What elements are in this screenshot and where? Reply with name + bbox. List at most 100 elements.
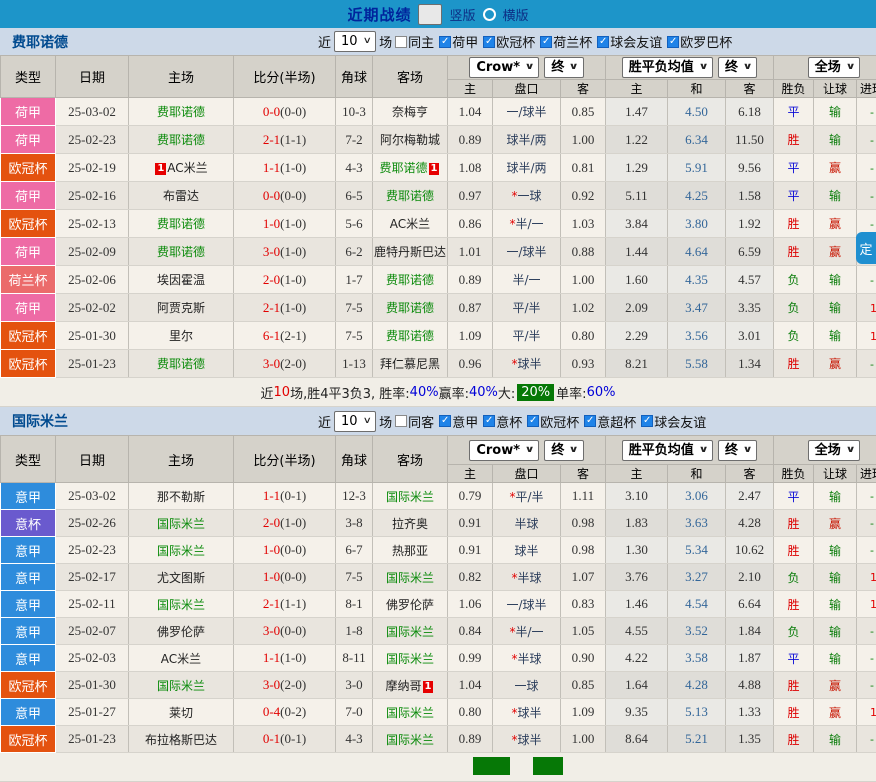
odds-company-select[interactable]: Crow*∨ <box>469 440 539 461</box>
handicap-line: *球半 <box>493 699 561 726</box>
match-date: 25-02-23 <box>56 126 129 154</box>
team-link: 佛罗伦萨 <box>157 625 205 639</box>
league-filter-0[interactable]: ✓意甲 <box>439 412 478 431</box>
team-link: 拉齐奥 <box>392 517 428 531</box>
away-odds: 1.00 <box>561 266 606 294</box>
avg-lose-odds: 11.50 <box>726 126 774 154</box>
summary-segment: 大: <box>498 383 515 402</box>
avg-win-odds: 1.60 <box>606 266 668 294</box>
checkbox-icon[interactable]: ✓ <box>584 415 596 427</box>
scope-select[interactable]: 全场∨ <box>808 440 860 461</box>
checkbox-icon[interactable]: ✓ <box>483 415 495 427</box>
team-link: 布拉格斯巴达 <box>145 733 217 747</box>
league-filter-1[interactable]: ✓意杯 <box>483 412 522 431</box>
corners: 4-3 <box>336 726 373 753</box>
pin-side-tab[interactable]: 定 <box>856 232 876 264</box>
summary-segment: 赢率: <box>439 383 469 402</box>
avg-win-odds: 4.22 <box>606 645 668 672</box>
goals-clipped-cell: - <box>857 672 876 699</box>
odds-final-select[interactable]: 终∨ <box>544 440 583 461</box>
match-count-select[interactable]: 10∨ <box>334 411 376 432</box>
match-date: 25-03-02 <box>56 483 129 510</box>
handicap-line: 一/球半 <box>493 591 561 618</box>
checkbox-icon[interactable]: ✓ <box>527 415 539 427</box>
goals-clipped-cell: - <box>857 645 876 672</box>
home-odds: 0.87 <box>448 294 493 322</box>
league-filter-1[interactable]: ✓欧冠杯 <box>483 32 535 51</box>
checkbox-icon[interactable]: ✓ <box>483 36 495 48</box>
checkbox-icon[interactable] <box>395 36 407 48</box>
same-venue-filter[interactable]: 同主 <box>395 32 434 51</box>
avg-draw-odds: 3.58 <box>668 645 726 672</box>
col-header-type: 类型 <box>1 56 56 98</box>
league-filter-3[interactable]: ✓意超杯 <box>584 412 636 431</box>
summary-segment: 60% <box>587 385 616 400</box>
avg-win-odds: 8.64 <box>606 726 668 753</box>
avg-select[interactable]: 胜平负均值∨ <box>622 440 713 461</box>
avg-draw-odds: 4.25 <box>668 182 726 210</box>
layout-radio-vertical-label[interactable]: 竖版 <box>449 5 475 24</box>
checkbox-icon[interactable]: ✓ <box>540 36 552 48</box>
checkbox-icon[interactable]: ✓ <box>667 36 679 48</box>
section-bar-feyenoord: 费耶诺德 近10∨场同主✓荷甲✓欧冠杯✓荷兰杯✓球会友谊✓欧罗巴杯 <box>0 28 876 55</box>
col-header-away: 客场 <box>373 56 448 98</box>
away-team: 国际米兰 <box>373 726 448 753</box>
away-team: AC米兰 <box>373 210 448 238</box>
team-link: 阿尔梅勒城 <box>380 133 440 147</box>
match-date: 25-02-16 <box>56 182 129 210</box>
score: 0-1(0-1) <box>234 726 336 753</box>
away-team: 国际米兰 <box>373 564 448 591</box>
result-flag: 胜 <box>774 699 814 726</box>
match-date: 25-02-23 <box>56 537 129 564</box>
score: 1-1(1-0) <box>234 645 336 672</box>
avg-draw-odds: 4.50 <box>668 98 726 126</box>
league-filter-4[interactable]: ✓球会友谊 <box>641 412 706 431</box>
league-filter-2[interactable]: ✓欧冠杯 <box>527 412 579 431</box>
col-header-home: 主场 <box>129 436 234 483</box>
home-odds: 1.06 <box>448 591 493 618</box>
goals-clipped-cell: - <box>857 483 876 510</box>
checkbox-icon[interactable]: ✓ <box>641 415 653 427</box>
league-filter-2[interactable]: ✓荷兰杯 <box>540 32 592 51</box>
layout-radio-vertical[interactable] <box>418 4 442 25</box>
league-filter-0[interactable]: ✓荷甲 <box>439 32 478 51</box>
odds-final-select[interactable]: 终∨ <box>544 57 583 78</box>
result-flag: 平 <box>774 182 814 210</box>
checkbox-icon[interactable]: ✓ <box>439 415 451 427</box>
league-filter-3[interactable]: ✓球会友谊 <box>597 32 662 51</box>
near-label: 近 <box>318 412 331 431</box>
subcol-avg-lose: 客 <box>726 80 774 98</box>
same-venue-filter[interactable]: 同客 <box>395 412 434 431</box>
avg-win-odds: 1.44 <box>606 238 668 266</box>
avg-lose-odds: 1.58 <box>726 182 774 210</box>
away-odds: 0.98 <box>561 537 606 564</box>
handicap-line: 平/半 <box>493 322 561 350</box>
team-link: 热那亚 <box>392 544 428 558</box>
handicap-line: 球半/两 <box>493 154 561 182</box>
subcol-handicap: 盘口 <box>493 465 561 483</box>
avg-select[interactable]: 胜平负均值∨ <box>622 57 713 78</box>
odds-company-select[interactable]: Crow*∨ <box>469 57 539 78</box>
avg-draw-odds: 3.06 <box>668 483 726 510</box>
handicap-result-flag: 赢 <box>814 238 857 266</box>
team-link: 费耶诺德 <box>386 329 434 343</box>
handicap-line: 一/球半 <box>493 238 561 266</box>
league-filter-4[interactable]: ✓欧罗巴杯 <box>667 32 732 51</box>
avg-final-select[interactable]: 终∨ <box>718 57 757 78</box>
note-badge: 1 <box>423 681 434 693</box>
checkbox-icon[interactable] <box>395 415 407 427</box>
checkbox-icon[interactable]: ✓ <box>439 36 451 48</box>
corners: 4-3 <box>336 154 373 182</box>
goals-clipped-cell: - <box>857 726 876 753</box>
handicap-result-flag: 输 <box>814 322 857 350</box>
avg-win-odds: 9.35 <box>606 699 668 726</box>
scope-select[interactable]: 全场∨ <box>808 57 860 78</box>
layout-radio-horizontal[interactable] <box>483 8 496 21</box>
layout-radio-horizontal-label[interactable]: 横版 <box>503 5 529 24</box>
competition-type: 荷兰杯 <box>1 266 56 294</box>
avg-final-select[interactable]: 终∨ <box>718 440 757 461</box>
match-count-select[interactable]: 10∨ <box>334 31 376 52</box>
match-row: 荷甲25-02-16布雷达0-0(0-0)6-5费耶诺德0.97*一球0.925… <box>1 182 876 210</box>
checkbox-icon[interactable]: ✓ <box>597 36 609 48</box>
home-team: 布拉格斯巴达 <box>129 726 234 753</box>
